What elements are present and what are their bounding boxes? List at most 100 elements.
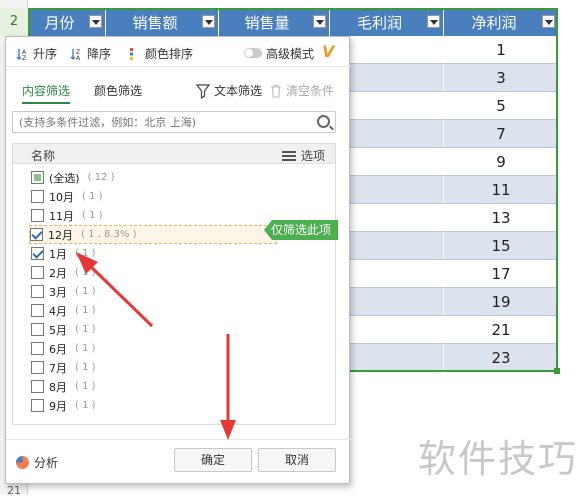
item-count: ( 1 ) <box>75 248 96 259</box>
analysis-button[interactable]: 分析 <box>16 454 58 471</box>
table-row: 17 <box>330 260 558 288</box>
search-input[interactable] <box>13 112 303 132</box>
checkbox[interactable] <box>31 361 44 374</box>
header-quantity[interactable]: 销售量 <box>219 8 330 36</box>
header-month[interactable]: 月份 <box>28 8 106 36</box>
table-row: 21 <box>330 316 558 344</box>
header-gross-profit[interactable]: 毛利润 <box>330 8 444 36</box>
checkbox[interactable] <box>31 304 44 317</box>
checkbox[interactable] <box>31 209 44 222</box>
table-row: 19 <box>330 288 558 316</box>
item-count: ( 1 ) <box>75 343 96 354</box>
item-label: 10月 <box>49 190 74 204</box>
checkbox[interactable] <box>31 171 44 184</box>
checkbox[interactable] <box>31 342 44 355</box>
checkbox[interactable] <box>30 228 43 241</box>
table-row: 23 <box>330 344 558 372</box>
net-profit-cell[interactable]: 17 <box>444 260 558 288</box>
tab-color-filter[interactable]: 颜色筛选 <box>94 82 142 99</box>
table-row: 15 <box>330 232 558 260</box>
watermark: 软件技巧 <box>418 437 579 481</box>
row-number-2[interactable]: 2 <box>0 8 28 36</box>
checkbox[interactable] <box>31 266 44 279</box>
list-item[interactable]: 12月 ( 1 , 8.3% ) <box>29 225 277 244</box>
sort-descending-button[interactable]: ZA 降序 <box>70 45 111 62</box>
list-item[interactable]: 5月 ( 1 ) <box>31 320 331 339</box>
net-profit-cell[interactable]: 11 <box>444 176 558 204</box>
list-item[interactable]: 2月 ( 1 ) <box>31 263 331 282</box>
item-label: 9月 <box>49 399 67 413</box>
sort-descending-label: 降序 <box>87 47 112 61</box>
sort-ascending-label: 升序 <box>33 47 58 61</box>
options-label: 选项 <box>300 149 325 163</box>
color-sort-label: 颜色排序 <box>145 47 194 61</box>
checkbox[interactable] <box>31 380 44 393</box>
filter-dropdown-icon[interactable] <box>202 15 215 28</box>
checkbox[interactable] <box>31 190 44 203</box>
net-profit-cell[interactable]: 23 <box>444 344 558 372</box>
net-profit-cell[interactable]: 19 <box>444 288 558 316</box>
header-quantity-label: 销售量 <box>244 13 290 32</box>
net-profit-cell[interactable]: 3 <box>444 64 558 92</box>
net-profit-cell[interactable]: 9 <box>444 148 558 176</box>
item-count: ( 1 ) <box>82 191 103 202</box>
only-filter-this-button[interactable]: 仅筛选此项 <box>264 220 338 240</box>
item-label: 5月 <box>49 323 67 337</box>
vip-logo-icon[interactable]: V <box>322 42 334 61</box>
list-header: 名称 选项 <box>13 144 335 164</box>
ok-button[interactable]: 确定 <box>174 448 252 472</box>
filter-dropdown-icon[interactable] <box>542 15 555 28</box>
sort-descending-icon: ZA <box>70 47 84 62</box>
table-row: 1 <box>330 36 558 64</box>
list-item[interactable]: 7月 ( 1 ) <box>31 358 331 377</box>
filter-dropdown-icon[interactable] <box>313 15 326 28</box>
net-profit-cell[interactable]: 15 <box>444 232 558 260</box>
dialog-footer: 分析 确定 取消 <box>6 439 351 483</box>
table-row: 3 <box>330 64 558 92</box>
list-item[interactable]: 4月 ( 1 ) <box>31 301 331 320</box>
advanced-mode-toggle[interactable] <box>244 48 262 58</box>
svg-text:A: A <box>76 55 81 61</box>
checkbox[interactable] <box>31 285 44 298</box>
list-item[interactable]: 6月 ( 1 ) <box>31 339 331 358</box>
item-label: 3月 <box>49 285 67 299</box>
color-sort-button[interactable]: 颜色排序 <box>128 45 193 62</box>
tab-content-filter[interactable]: 内容筛选 <box>22 82 71 104</box>
options-button[interactable]: 选项 <box>281 147 325 164</box>
sort-ascending-button[interactable]: AZ 升序 <box>16 45 57 62</box>
net-profit-cell[interactable]: 13 <box>444 204 558 232</box>
fill-handle[interactable] <box>554 368 560 374</box>
list-item[interactable]: 9月 ( 1 ) <box>31 396 331 415</box>
net-profit-cell[interactable]: 21 <box>444 316 558 344</box>
clear-conditions-label: 清空条件 <box>286 84 335 98</box>
net-profit-cell[interactable]: 1 <box>444 36 558 64</box>
item-label: 1月 <box>49 247 67 261</box>
row-number-21[interactable]: 21 <box>0 484 28 498</box>
text-filter-button[interactable]: 文本筛选 <box>196 82 262 99</box>
filter-dropdown-icon[interactable] <box>427 15 440 28</box>
clear-conditions-button[interactable]: 清空条件 <box>270 82 334 99</box>
list-item[interactable]: 8月 ( 1 ) <box>31 377 331 396</box>
checkbox[interactable] <box>31 323 44 336</box>
cancel-button[interactable]: 取消 <box>258 448 336 472</box>
filter-dropdown-icon[interactable] <box>89 15 102 28</box>
table-row: 5 <box>330 92 558 120</box>
table-row: 13 <box>330 204 558 232</box>
list-item[interactable]: (全选) ( 12 ) <box>31 168 331 187</box>
search-icon[interactable] <box>317 115 330 128</box>
item-label: (全选) <box>49 171 80 185</box>
trash-icon <box>271 84 281 98</box>
item-count: ( 1 ) <box>82 210 103 221</box>
header-sales[interactable]: 销售额 <box>106 8 219 36</box>
list-item[interactable]: 1月 ( 1 ) <box>31 244 331 263</box>
list-item[interactable]: 3月 ( 1 ) <box>31 282 331 301</box>
net-profit-cell[interactable]: 5 <box>444 92 558 120</box>
checkbox[interactable] <box>31 399 44 412</box>
header-net-profit[interactable]: 净利润 <box>444 8 558 36</box>
list-item[interactable]: 10月 ( 1 ) <box>31 187 331 206</box>
net-profit-cell[interactable]: 7 <box>444 120 558 148</box>
item-label: 4月 <box>49 304 67 318</box>
item-count: ( 1 ) <box>75 267 96 278</box>
text-filter-label: 文本筛选 <box>214 84 263 98</box>
checkbox[interactable] <box>31 247 44 260</box>
